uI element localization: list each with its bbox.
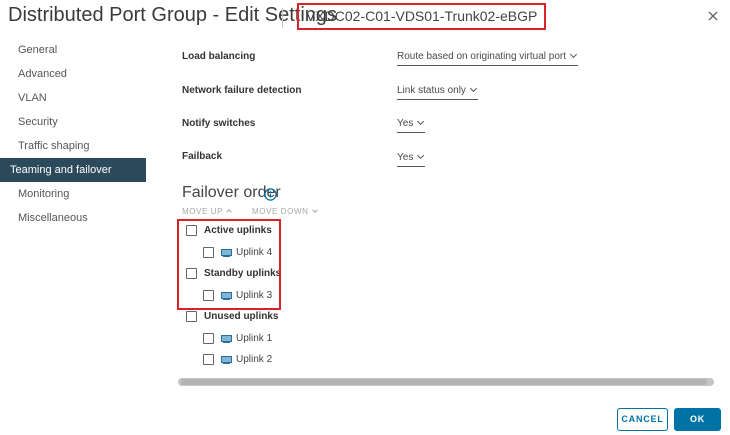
nav-item-miscellaneous[interactable]: Miscellaneous bbox=[0, 206, 146, 230]
load-balancing-value: Route based on originating virtual port bbox=[397, 51, 566, 62]
cancel-button[interactable]: CANCEL bbox=[617, 408, 668, 431]
uplink-checkbox[interactable] bbox=[203, 333, 214, 344]
move-up-button[interactable]: MOVE UP bbox=[182, 207, 232, 216]
chevron-down-icon bbox=[417, 117, 425, 126]
annotation-highlight-box bbox=[177, 219, 281, 310]
move-down-button[interactable]: MOVE DOWN bbox=[252, 207, 318, 216]
title-separator bbox=[282, 8, 283, 28]
chevron-down-icon bbox=[569, 50, 578, 59]
nav-item-vlan[interactable]: VLAN bbox=[0, 86, 146, 110]
nav-item-general[interactable]: General bbox=[0, 38, 146, 62]
notify-switches-select[interactable]: Yes bbox=[397, 117, 426, 133]
chevron-down-icon bbox=[311, 207, 318, 213]
failback-value: Yes bbox=[397, 152, 414, 163]
failback-label: Failback bbox=[182, 151, 223, 162]
close-icon[interactable] bbox=[705, 8, 721, 24]
nav-item-advanced[interactable]: Advanced bbox=[0, 62, 146, 86]
ok-button[interactable]: OK bbox=[674, 408, 721, 431]
info-icon[interactable] bbox=[264, 188, 277, 201]
uplink-checkbox[interactable] bbox=[203, 354, 214, 365]
load-balancing-label: Load balancing bbox=[182, 51, 256, 62]
notify-switches-label: Notify switches bbox=[182, 118, 256, 129]
object-name: VXDC02-C01-VDS01-Trunk02-eBGP bbox=[297, 3, 547, 30]
network-failure-detection-label: Network failure detection bbox=[182, 85, 302, 96]
nav-item-traffic-shaping[interactable]: Traffic shaping bbox=[0, 134, 146, 158]
dialog-title: Distributed Port Group - Edit Settings bbox=[8, 4, 338, 26]
move-up-label: MOVE UP bbox=[182, 207, 224, 216]
failback-select[interactable]: Yes bbox=[397, 151, 426, 167]
unused-uplinks-label: Unused uplinks bbox=[204, 311, 279, 322]
chevron-down-icon bbox=[417, 151, 425, 160]
uplink-label: Uplink 2 bbox=[236, 354, 273, 365]
unused-uplinks-checkbox[interactable] bbox=[186, 311, 197, 322]
notify-switches-value: Yes bbox=[397, 118, 414, 129]
move-down-label: MOVE DOWN bbox=[252, 207, 309, 216]
load-balancing-select[interactable]: Route based on originating virtual port bbox=[397, 50, 578, 66]
nav-item-teaming-and-failover[interactable]: Teaming and failover bbox=[0, 158, 146, 182]
chevron-down-icon bbox=[469, 84, 477, 93]
network-adapter-icon bbox=[221, 335, 232, 343]
scrollbar-thumb[interactable] bbox=[181, 379, 707, 385]
network-failure-detection-value: Link status only bbox=[397, 85, 466, 96]
uplink-label: Uplink 1 bbox=[236, 333, 273, 344]
nav-item-monitoring[interactable]: Monitoring bbox=[0, 182, 146, 206]
chevron-up-icon bbox=[226, 209, 232, 215]
horizontal-scrollbar[interactable] bbox=[178, 378, 714, 386]
settings-nav: General Advanced VLAN Security Traffic s… bbox=[0, 38, 146, 230]
network-adapter-icon bbox=[221, 356, 232, 364]
nav-item-security[interactable]: Security bbox=[0, 110, 146, 134]
network-failure-detection-select[interactable]: Link status only bbox=[397, 84, 478, 100]
